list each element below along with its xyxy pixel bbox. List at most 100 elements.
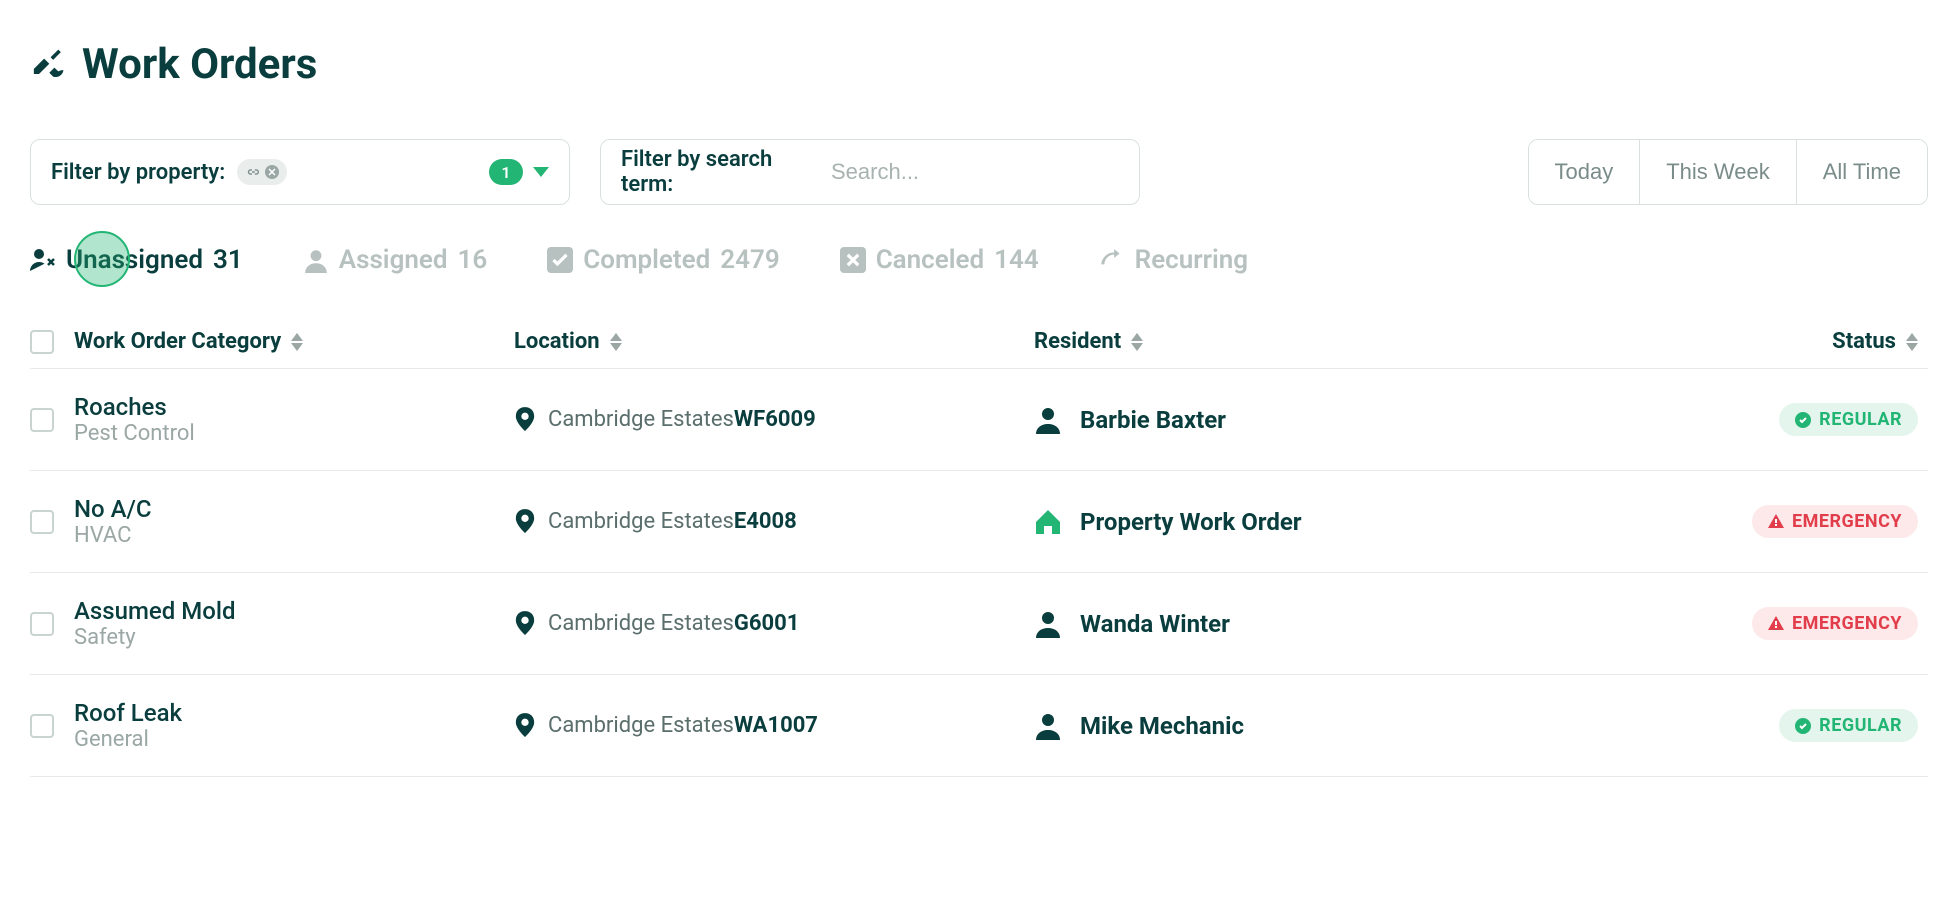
resident-cell: Barbie Baxter: [1034, 406, 1434, 434]
tab-canceled[interactable]: Canceled 144: [840, 245, 1039, 275]
col-header-location[interactable]: Location: [514, 329, 1034, 354]
location-cell: Cambridge EstatesG6001: [514, 611, 1034, 637]
status-tabs: Unassigned 31 Assigned 16 Completed 2479…: [30, 245, 1928, 275]
status-badge: REGULAR: [1779, 403, 1918, 436]
pin-icon: [514, 407, 536, 433]
house-icon: [1034, 508, 1062, 536]
check-badge-icon: [1795, 718, 1811, 734]
sort-icon[interactable]: [291, 333, 303, 351]
resident-name: Property Work Order: [1080, 508, 1302, 536]
tab-count: 31: [213, 245, 243, 275]
location-cell: Cambridge EstatesWF6009: [514, 407, 1034, 433]
tab-label: Completed: [583, 245, 710, 275]
person-icon: [1034, 406, 1062, 434]
work-order-category: Pest Control: [74, 421, 514, 446]
location-code: WA1007: [734, 713, 818, 738]
x-square-icon: [840, 247, 866, 273]
row-checkbox[interactable]: [30, 714, 54, 738]
close-icon[interactable]: [265, 165, 279, 179]
filters-row: Filter by property: 1 Filter by search t…: [30, 139, 1928, 205]
property-chip[interactable]: [237, 159, 287, 185]
status-text: EMERGENCY: [1792, 511, 1902, 532]
chevron-down-icon[interactable]: [533, 167, 549, 177]
table-row[interactable]: Roaches Pest Control Cambridge EstatesWF…: [30, 369, 1928, 471]
tab-completed[interactable]: Completed 2479: [547, 245, 779, 275]
select-all-checkbox[interactable]: [30, 330, 54, 354]
col-header-category[interactable]: Work Order Category: [74, 329, 514, 354]
resident-cell: Mike Mechanic: [1034, 712, 1434, 740]
resident-name: Wanda Winter: [1080, 610, 1230, 638]
filter-property-label: Filter by property:: [51, 160, 225, 185]
location-code: G6001: [734, 611, 799, 636]
table-header: Work Order Category Location Resident St…: [30, 315, 1928, 369]
pin-icon: [514, 611, 536, 637]
time-today-button[interactable]: Today: [1529, 140, 1640, 204]
page-title: Work Orders: [82, 40, 317, 89]
location-name: Cambridge Estates: [548, 611, 734, 636]
time-this-week-button[interactable]: This Week: [1639, 140, 1796, 204]
resident-name: Barbie Baxter: [1080, 406, 1226, 434]
status-badge: EMERGENCY: [1752, 607, 1918, 640]
sort-icon[interactable]: [1906, 333, 1918, 351]
status-text: REGULAR: [1819, 715, 1902, 736]
work-order-title: Assumed Mold: [74, 597, 514, 625]
user-icon: [303, 247, 329, 273]
filter-search-label: Filter by search term:: [621, 147, 815, 197]
row-checkbox[interactable]: [30, 408, 54, 432]
sort-icon[interactable]: [1131, 333, 1143, 351]
col-header-label: Location: [514, 329, 600, 354]
time-all-time-button[interactable]: All Time: [1796, 140, 1927, 204]
location-cell: Cambridge EstatesE4008: [514, 509, 1034, 535]
tab-label: Canceled: [876, 245, 984, 275]
col-header-label: Work Order Category: [74, 329, 281, 354]
resident-cell: Property Work Order: [1034, 508, 1434, 536]
row-checkbox[interactable]: [30, 510, 54, 534]
pin-icon: [514, 713, 536, 739]
page-header: Work Orders: [30, 40, 1928, 89]
tab-assigned[interactable]: Assigned 16: [303, 245, 488, 275]
link-icon: [245, 165, 259, 179]
table-row[interactable]: Roof Leak General Cambridge EstatesWA100…: [30, 675, 1928, 777]
tab-count: 144: [994, 245, 1039, 275]
status-badge: REGULAR: [1779, 709, 1918, 742]
col-header-label: Status: [1832, 329, 1896, 354]
check-badge-icon: [1795, 412, 1811, 428]
recurring-icon: [1099, 247, 1125, 273]
tab-unassigned[interactable]: Unassigned 31: [30, 245, 243, 275]
location-name: Cambridge Estates: [548, 713, 734, 738]
tab-count: 2479: [720, 245, 779, 275]
col-header-status[interactable]: Status: [1434, 329, 1928, 354]
tab-label: Assigned: [339, 245, 448, 275]
person-icon: [1034, 610, 1062, 638]
tab-label: Unassigned: [66, 245, 203, 275]
status-badge: EMERGENCY: [1752, 505, 1918, 538]
tab-recurring[interactable]: Recurring: [1099, 245, 1248, 275]
location-name: Cambridge Estates: [548, 509, 734, 534]
work-orders-table: Work Order Category Location Resident St…: [30, 315, 1928, 777]
work-order-title: Roaches: [74, 393, 514, 421]
sort-icon[interactable]: [610, 333, 622, 351]
filter-by-property[interactable]: Filter by property: 1: [30, 139, 570, 205]
resident-cell: Wanda Winter: [1034, 610, 1434, 638]
location-code: E4008: [734, 509, 797, 534]
filter-by-search[interactable]: Filter by search term:: [600, 139, 1140, 205]
row-checkbox[interactable]: [30, 612, 54, 636]
warning-icon: [1768, 514, 1784, 530]
tools-icon: [30, 47, 66, 83]
location-cell: Cambridge EstatesWA1007: [514, 713, 1034, 739]
user-x-icon: [30, 247, 56, 273]
search-input[interactable]: [831, 159, 1119, 185]
property-filter-count: 1: [489, 159, 523, 185]
location-code: WF6009: [734, 407, 816, 432]
col-header-resident[interactable]: Resident: [1034, 329, 1434, 354]
col-header-label: Resident: [1034, 329, 1121, 354]
table-row[interactable]: No A/C HVAC Cambridge EstatesE4008 Prope…: [30, 471, 1928, 573]
pin-icon: [514, 509, 536, 535]
status-text: EMERGENCY: [1792, 613, 1902, 634]
check-square-icon: [547, 247, 573, 273]
table-row[interactable]: Assumed Mold Safety Cambridge EstatesG60…: [30, 573, 1928, 675]
work-order-title: Roof Leak: [74, 699, 514, 727]
person-icon: [1034, 712, 1062, 740]
location-name: Cambridge Estates: [548, 407, 734, 432]
resident-name: Mike Mechanic: [1080, 712, 1244, 740]
